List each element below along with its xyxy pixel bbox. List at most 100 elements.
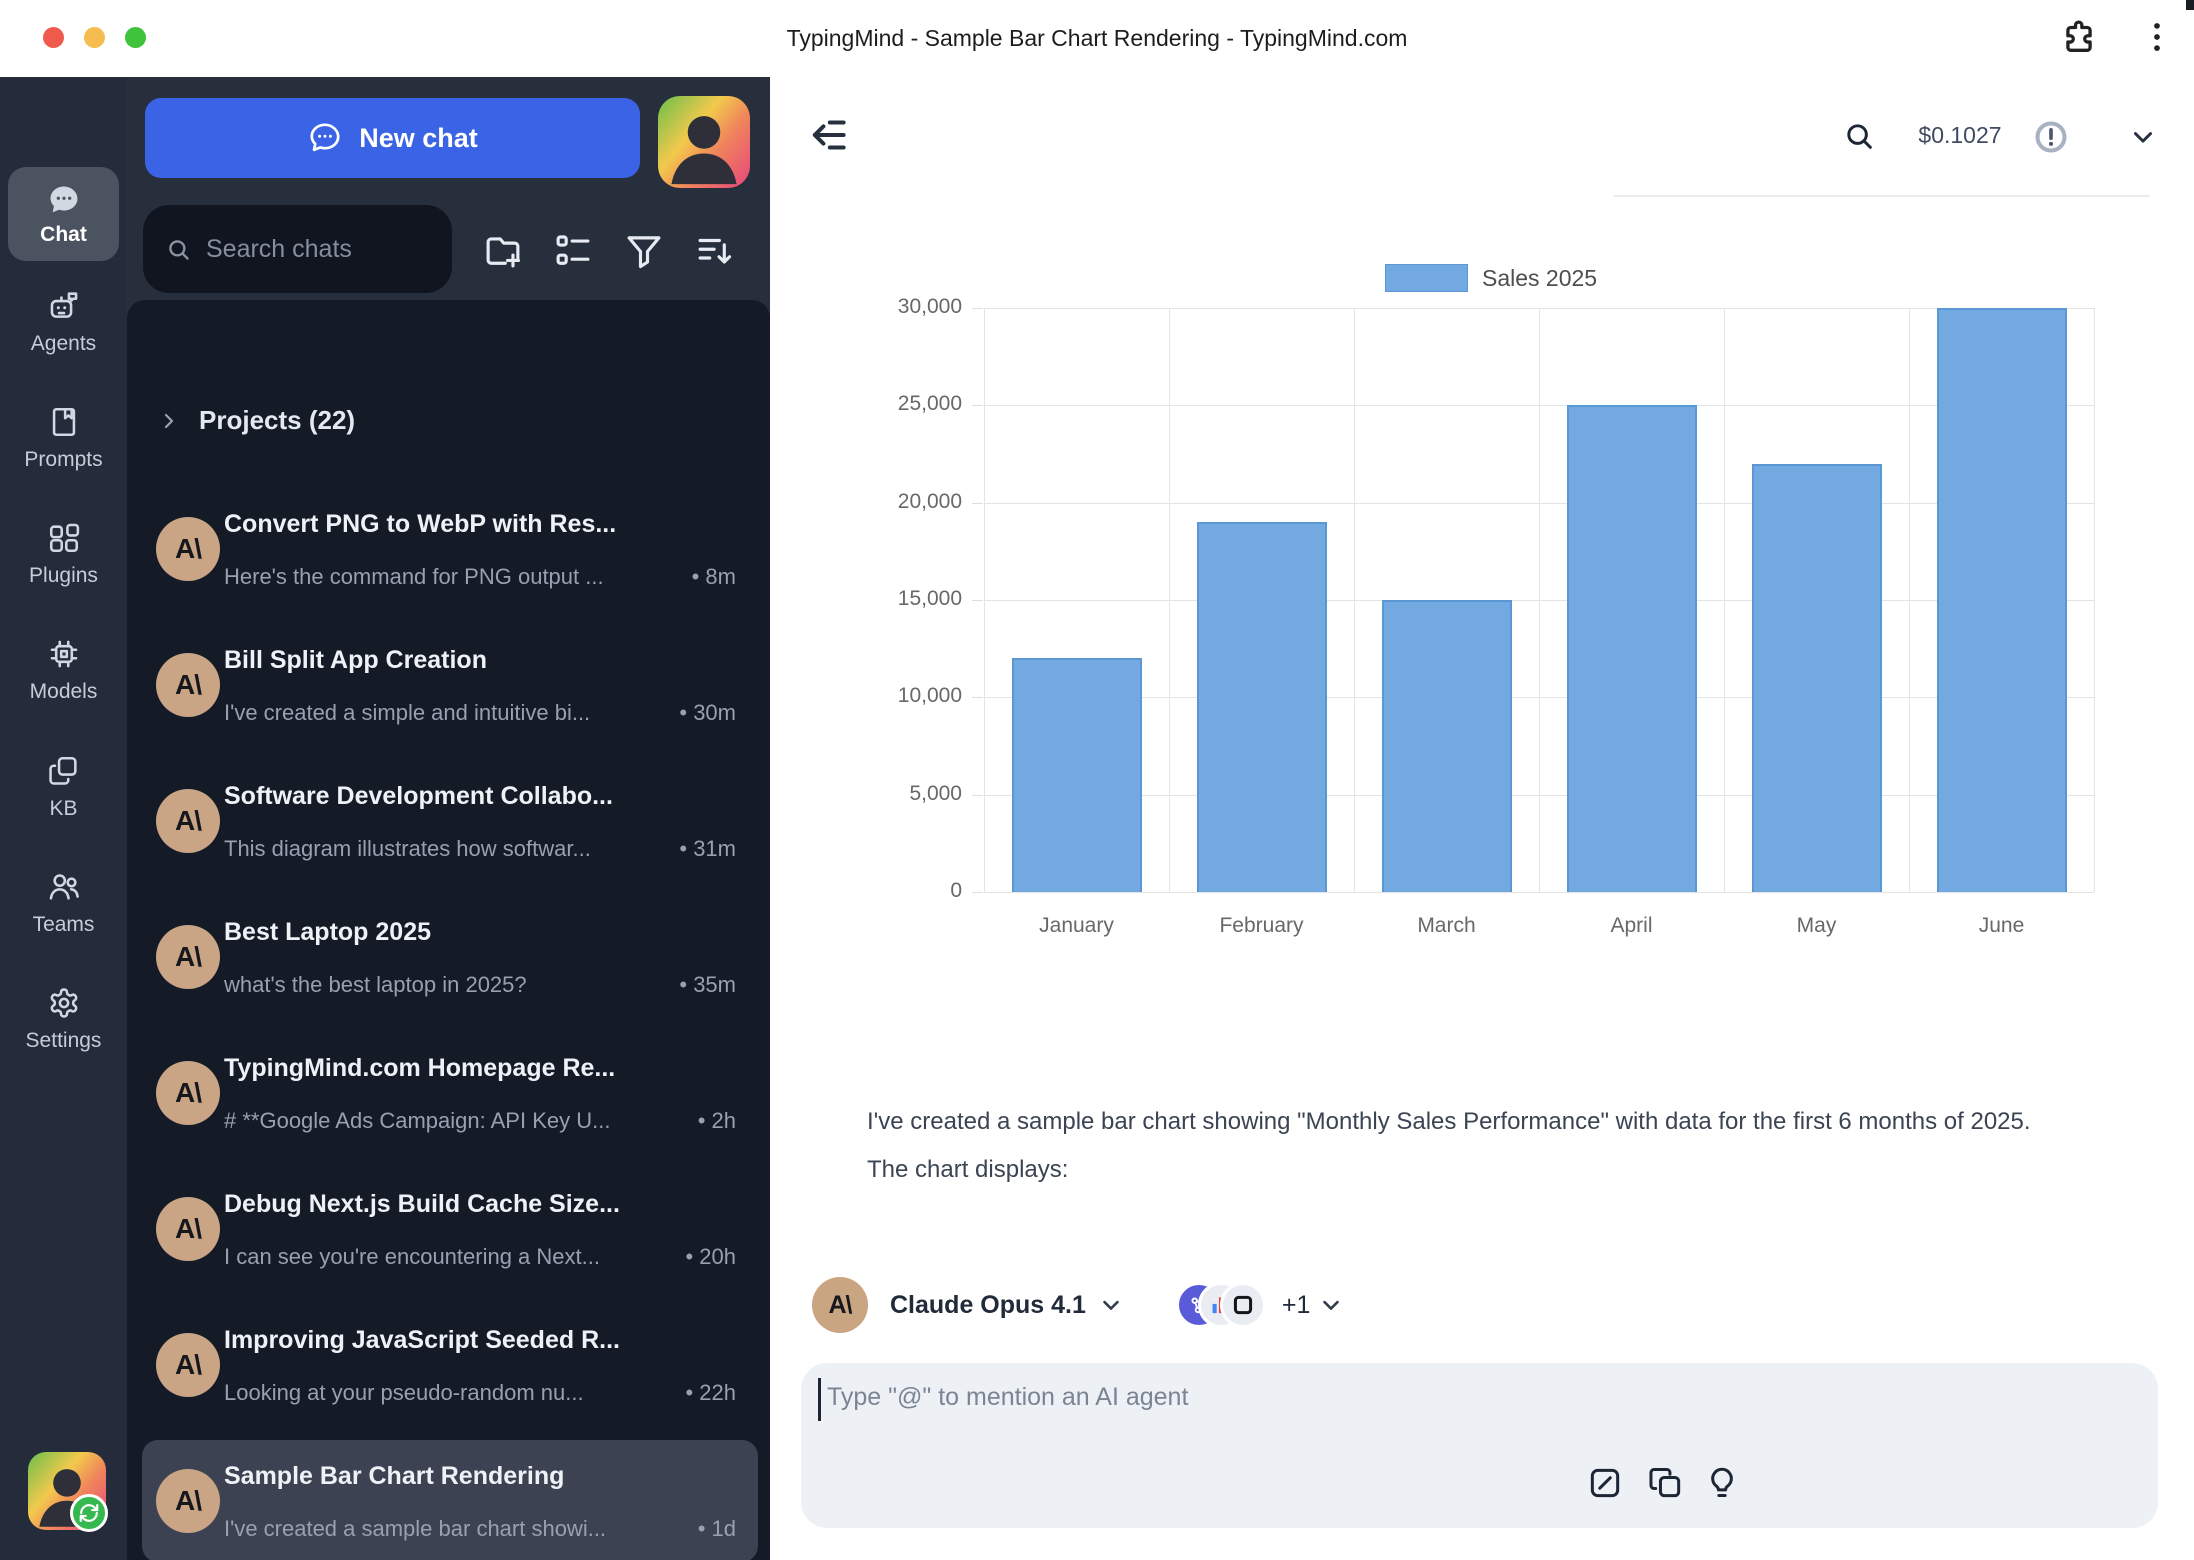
chat-list-item[interactable]: A\Improving JavaScript Seeded R...Lookin… (142, 1304, 758, 1426)
layers-icon (47, 754, 81, 788)
bar-january[interactable] (1012, 658, 1142, 892)
chart-y-tick-label: 0 (832, 879, 962, 903)
chart-y-tick-label: 15,000 (832, 587, 962, 611)
chart-x-tick-label: March (1362, 914, 1532, 938)
assistant-avatar: A\ (156, 1333, 220, 1397)
chart-x-tick-label: May (1732, 914, 1902, 938)
chat-item-title: Improving JavaScript Seeded R... (224, 1326, 736, 1355)
rail-item-chat[interactable]: Chat (8, 167, 119, 261)
rail-item-kb[interactable]: KB (0, 752, 127, 838)
bulk-select-icon[interactable] (552, 230, 594, 272)
usage-cost-badge[interactable]: $0.1027 (1905, 122, 2015, 149)
chat-list-item[interactable]: A\Debug Next.js Build Cache Size...I can… (142, 1168, 758, 1290)
assistant-avatar: A\ (156, 517, 220, 581)
new-folder-icon[interactable] (482, 230, 524, 272)
window-title: TypingMind - Sample Bar Chart Rendering … (0, 0, 2194, 77)
chat-item-meta: Here's the command for PNG output ...• 8… (224, 564, 736, 590)
chart-horizontal-gridline (984, 600, 2094, 601)
legend-swatch (1385, 264, 1468, 292)
sync-status-badge[interactable] (70, 1494, 108, 1532)
search-chats-input[interactable]: Search chats (143, 205, 452, 293)
chat-item-preview: # **Google Ads Campaign: API Key U... (224, 1108, 688, 1134)
user-avatar[interactable] (658, 96, 750, 188)
new-chat-button[interactable]: New chat (145, 98, 640, 178)
model-chevron-icon[interactable] (1098, 1292, 1124, 1318)
bar-chart: 05,00010,00015,00020,00025,00030,000Janu… (984, 308, 2094, 892)
projects-section-toggle[interactable]: Projects (22) (157, 405, 355, 436)
chat-list-item[interactable]: A\Convert PNG to WebP with Res... Here's … (142, 488, 758, 610)
projects-label: Projects (22) (199, 405, 355, 436)
chart-y-tick (972, 405, 983, 406)
chat-list-panel: Projects (22) A\Convert PNG to WebP with… (127, 300, 770, 1560)
chat-item-time: • 8m (692, 564, 736, 590)
extensions-puzzle-icon[interactable] (2060, 18, 2098, 56)
rail-item-plugins[interactable]: Plugins (0, 519, 127, 605)
new-chat-label: New chat (359, 123, 478, 154)
rail-item-prompts[interactable]: Prompts (0, 403, 127, 489)
titlebar: TypingMind - Sample Bar Chart Rendering … (0, 0, 2194, 77)
prompt-library-icon[interactable] (1586, 1464, 1624, 1502)
chat-list-item[interactable]: A\Best Laptop 2025what's the best laptop… (142, 896, 758, 1018)
filter-icon[interactable] (623, 230, 665, 272)
app-window: TypingMind - Sample Bar Chart Rendering … (0, 0, 2194, 1560)
active-plugins-cluster[interactable] (1176, 1282, 1266, 1328)
rail-item-settings[interactable]: Settings (0, 984, 127, 1070)
chat-item-time: • 20h (685, 1244, 736, 1270)
plugins-chevron-icon[interactable] (1318, 1292, 1344, 1318)
chart-horizontal-gridline (984, 697, 2094, 698)
header-divider (1614, 195, 2150, 197)
chat-item-meta: I've created a sample bar chart showi...… (224, 1516, 736, 1542)
chat-item-time: • 30m (679, 700, 736, 726)
collapse-sidebar-icon[interactable] (806, 113, 850, 157)
rail-item-teams[interactable]: Teams (0, 868, 127, 954)
chat-item-preview: I can see you're encountering a Next... (224, 1244, 675, 1270)
model-selector[interactable]: Claude Opus 4.1 (890, 1291, 1086, 1320)
chat-list-item[interactable]: A\Software Development Collabo...This di… (142, 760, 758, 882)
rail-item-label: Prompts (24, 448, 102, 472)
bar-may[interactable] (1752, 464, 1882, 892)
cost-warning-icon[interactable] (2033, 119, 2069, 155)
sort-icon[interactable] (694, 230, 736, 272)
chart-legend[interactable]: Sales 2025 (1385, 264, 1597, 292)
rail-item-models[interactable]: Models (0, 635, 127, 721)
gear-icon (47, 986, 81, 1020)
model-avatar: A\ (812, 1277, 868, 1333)
rail-item-label: Chat (40, 223, 87, 247)
plugin-square-icon (1220, 1282, 1266, 1328)
chart-x-tick-label: February (1177, 914, 1347, 938)
plugins-more-count: +1 (1282, 1291, 1311, 1320)
rail-item-agents[interactable]: Agents (0, 287, 127, 373)
bar-march[interactable] (1382, 600, 1512, 892)
chat-list-item[interactable]: A\TypingMind.com Homepage Re...# **Googl… (142, 1032, 758, 1154)
templates-copy-icon[interactable] (1647, 1464, 1685, 1502)
browser-menu-kebab-icon[interactable] (2138, 18, 2176, 56)
chart-y-tick (972, 795, 983, 796)
chat-item-title: Best Laptop 2025 (224, 918, 736, 947)
search-in-chat-icon[interactable] (1842, 119, 1876, 153)
assistant-avatar: A\ (156, 653, 220, 717)
chat-item-meta: # **Google Ads Campaign: API Key U...• 2… (224, 1108, 736, 1134)
chart-vertical-gridline (2094, 308, 2095, 892)
chat-item-title: Debug Next.js Build Cache Size... (224, 1190, 736, 1219)
chart-y-tick-label: 5,000 (832, 782, 962, 806)
suggestions-lightbulb-icon[interactable] (1703, 1463, 1741, 1501)
top-right-corner-nub (2186, 0, 2194, 10)
chevron-right-icon (157, 409, 181, 433)
main-panel: $0.1027 Sales 2025 05,00010,00015,00020,… (770, 77, 2194, 1560)
bar-april[interactable] (1567, 405, 1697, 892)
legend-label: Sales 2025 (1482, 265, 1597, 292)
chat-filled-icon (47, 183, 81, 217)
chat-header-chevron-icon[interactable] (2128, 122, 2158, 152)
chat-list-item[interactable]: A\Sample Bar Chart RenderingI've created… (142, 1440, 758, 1560)
chat-list-item[interactable]: A\Bill Split App CreationI've created a … (142, 624, 758, 746)
sidebar: New chat Search chats Projects (22) A\Co… (127, 77, 770, 1560)
chat-input[interactable]: Type "@" to mention an AI agent (801, 1363, 2158, 1528)
chat-item-title: Convert PNG to WebP with Res... (224, 510, 736, 539)
chart-x-tick-label: June (1917, 914, 2087, 938)
chat-item-title: Bill Split App Creation (224, 646, 736, 675)
bar-february[interactable] (1197, 522, 1327, 892)
chat-item-title: Sample Bar Chart Rendering (224, 1462, 736, 1491)
bar-june[interactable] (1937, 308, 2067, 892)
search-icon (165, 236, 192, 263)
text-caret (818, 1378, 821, 1421)
